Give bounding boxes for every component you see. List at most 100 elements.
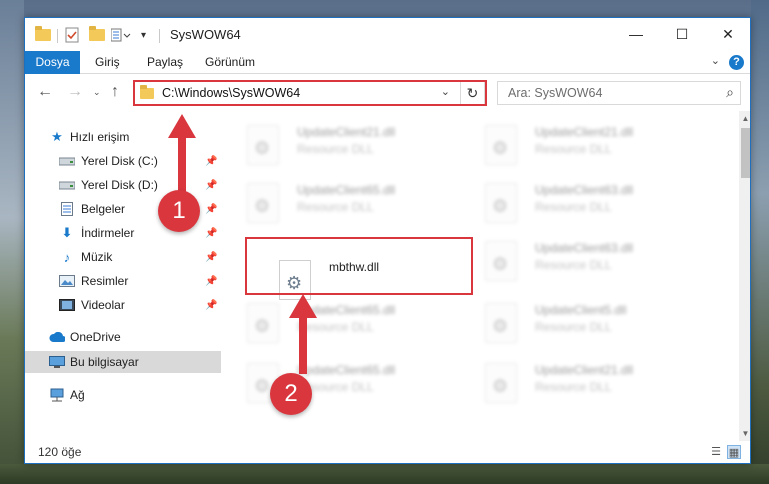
desktop-background-left	[0, 0, 24, 484]
status-bar: 120 öğe ☰ ▦	[25, 441, 750, 463]
computer-icon	[49, 355, 65, 369]
dll-file-icon: ⚙	[485, 363, 517, 403]
chevron-down-icon[interactable]: ⌄	[711, 54, 720, 67]
nav-label: İndirmeler	[81, 226, 135, 240]
file-description: Resource DLL	[535, 200, 612, 214]
nav-item-this-pc[interactable]: Bu bilgisayar	[25, 351, 221, 373]
folder-icon	[35, 26, 51, 43]
new-folder-icon[interactable]	[89, 26, 105, 43]
pin-icon[interactable]: 📌	[205, 180, 217, 191]
properties-icon[interactable]	[65, 27, 79, 43]
cloud-icon	[49, 330, 65, 344]
nav-label: Videolar	[81, 298, 125, 312]
file-description: Resource DLL	[535, 320, 612, 334]
recent-locations-chevron-icon[interactable]: ⌄	[93, 87, 101, 98]
pin-icon[interactable]: 📌	[205, 252, 217, 263]
nav-label: Yerel Disk (D:)	[81, 178, 158, 192]
nav-label: Belgeler	[81, 202, 126, 216]
picture-icon	[59, 274, 75, 288]
tab-home[interactable]: Giriş	[85, 51, 130, 74]
tab-view[interactable]: Görünüm	[195, 51, 265, 74]
file-name: UpdateClient21.dll	[535, 125, 634, 139]
file-name: UpdateClient5.dll	[535, 303, 627, 317]
title-bar: ▾ SysWOW64 — ☐ ✕	[25, 18, 750, 51]
pin-icon[interactable]: 📌	[205, 228, 217, 239]
divider	[57, 29, 58, 43]
file-item[interactable]: ⚙ UpdateClient5.dll Resource DLL	[485, 301, 723, 357]
up-arrow-icon[interactable]: ↑	[111, 83, 119, 101]
file-name: UpdateClient63.dll	[535, 241, 634, 255]
dll-file-icon: ⚙	[485, 303, 517, 343]
drive-icon	[59, 178, 75, 192]
dll-file-icon: ⚙	[247, 183, 279, 223]
customize-toolbar-icon[interactable]	[111, 27, 133, 43]
file-item[interactable]: ⚙ UpdateClient21.dll Resource DLL	[247, 123, 485, 179]
nav-label: Müzik	[81, 250, 113, 264]
desktop-background-bottom	[0, 464, 769, 484]
file-item[interactable]: ⚙ UpdateClient65.dll Resource DLL	[247, 301, 485, 357]
search-input[interactable]: Ara: SysWOW64	[508, 86, 602, 100]
tab-file[interactable]: Dosya	[25, 51, 80, 74]
drive-icon	[59, 154, 75, 168]
nav-item-onedrive[interactable]: OneDrive	[25, 326, 221, 348]
maximize-button[interactable]: ☐	[659, 18, 705, 50]
file-description: Resource DLL	[535, 380, 612, 394]
dll-file-icon: ⚙	[485, 241, 517, 281]
file-description: Resource DLL	[535, 142, 612, 156]
file-item[interactable]: ⚙ UpdateClient63.dll Resource DLL	[485, 181, 723, 237]
quick-access-dropdown-icon[interactable]: ▾	[141, 27, 146, 43]
file-item[interactable]: ⚙ UpdateClient21.dll Resource DLL	[485, 123, 723, 179]
nav-label: Hızlı erişim	[70, 130, 130, 144]
file-name: UpdateClient21.dll	[297, 125, 396, 139]
pin-icon[interactable]: 📌	[205, 300, 217, 311]
step-1-badge: 1	[158, 190, 200, 232]
address-highlight	[133, 80, 487, 106]
large-icons-view-icon[interactable]: ▦	[727, 445, 741, 459]
nav-item-music[interactable]: ♪ Müzik 📌	[25, 246, 221, 268]
search-icon[interactable]: ⌕	[726, 84, 734, 101]
tab-share[interactable]: Paylaş	[137, 51, 193, 74]
file-name: UpdateClient21.dll	[535, 363, 634, 377]
pin-icon[interactable]: 📌	[205, 156, 217, 167]
dll-file-icon: ⚙	[485, 183, 517, 223]
divider	[159, 29, 160, 43]
forward-arrow-icon[interactable]: →	[67, 83, 83, 101]
file-description: Resource DLL	[297, 200, 374, 214]
back-arrow-icon[interactable]: ←	[37, 83, 53, 101]
file-item[interactable]: ⚙ UpdateClient65.dll Resource DLL	[247, 181, 485, 237]
nav-label: Yerel Disk (C:)	[81, 154, 158, 168]
nav-label: OneDrive	[70, 330, 121, 344]
download-icon: ⬇	[61, 225, 73, 240]
scroll-down-icon[interactable]: ▼	[739, 429, 750, 438]
scroll-up-icon[interactable]: ▲	[739, 114, 750, 123]
file-item[interactable]: ⚙ UpdateClient63.dll Resource DLL	[485, 239, 723, 295]
pin-icon[interactable]: 📌	[205, 204, 217, 215]
file-description: Resource DLL	[535, 258, 612, 272]
close-button[interactable]: ✕	[705, 18, 750, 50]
nav-item-network[interactable]: Ağ	[25, 384, 221, 406]
search-box[interactable]: Ara: SysWOW64 ⌕	[497, 81, 741, 105]
window-title: SysWOW64	[170, 27, 241, 42]
nav-item-videos[interactable]: Videolar 📌	[25, 294, 221, 316]
vertical-scrollbar[interactable]: ▲ ▼	[739, 111, 750, 441]
file-description: Resource DLL	[297, 142, 374, 156]
file-highlight	[245, 237, 473, 295]
file-item[interactable]: ⚙ UpdateClient21.dll Resource DLL	[485, 361, 723, 417]
nav-label: Bu bilgisayar	[70, 355, 139, 369]
scroll-thumb[interactable]	[741, 128, 750, 178]
dll-file-icon: ⚙	[247, 125, 279, 165]
dll-file-icon: ⚙	[247, 303, 279, 343]
minimize-button[interactable]: —	[613, 18, 659, 50]
nav-label: Ağ	[70, 388, 85, 402]
pin-icon[interactable]: 📌	[205, 276, 217, 287]
star-icon: ★	[51, 129, 63, 144]
file-name: UpdateClient63.dll	[535, 183, 634, 197]
file-explorer-window: ▾ SysWOW64 — ☐ ✕ Dosya Giriş Paylaş Görü…	[24, 17, 751, 464]
details-view-icon[interactable]: ☰	[709, 445, 723, 459]
arrow-up-icon	[289, 294, 317, 374]
video-icon	[59, 298, 75, 312]
document-icon	[59, 202, 75, 216]
help-icon[interactable]: ?	[729, 55, 744, 70]
nav-item-pictures[interactable]: Resimler 📌	[25, 270, 221, 292]
network-icon	[49, 388, 65, 402]
